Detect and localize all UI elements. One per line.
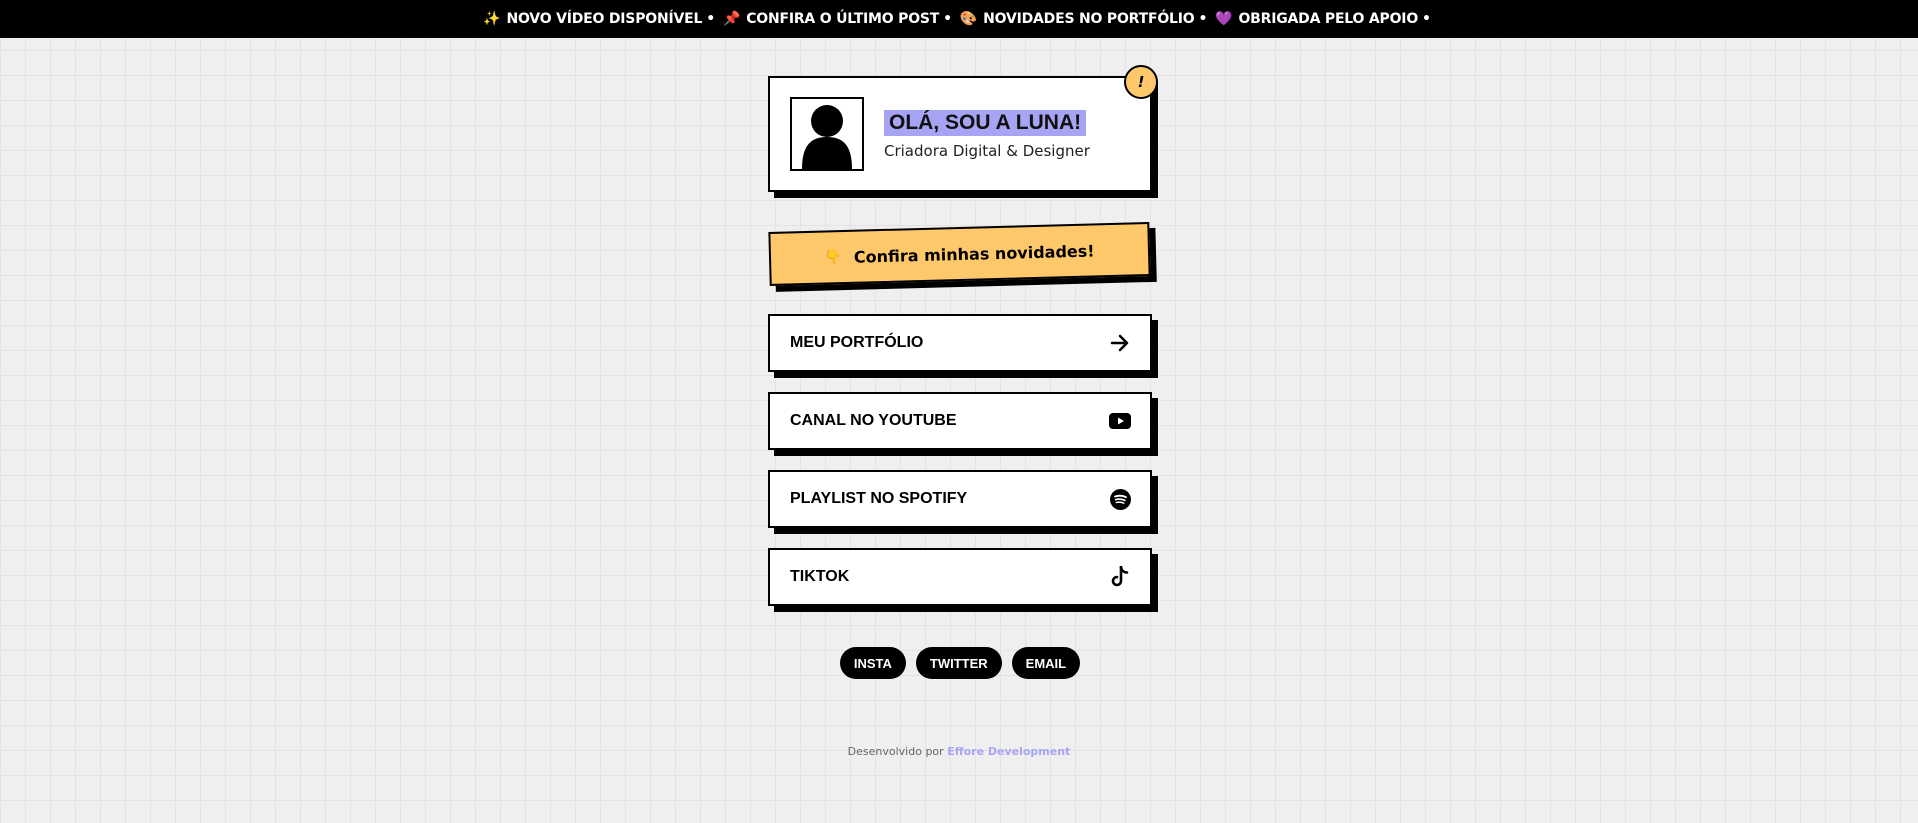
ticker-item: 🎨 NOVIDADES NO PORTFÓLIO • [960, 11, 1211, 27]
user-silhouette-icon [802, 105, 852, 169]
pin-icon: 📌 [722, 11, 741, 27]
ticker-item-text: CONFIRA O ÚLTIMO POST [746, 11, 940, 27]
portfolio-link-button[interactable]: MEU PORTFÓLIO [768, 314, 1152, 372]
ticker-separator: • [1198, 11, 1208, 27]
pointing-down-icon: 👇 [824, 249, 843, 266]
twitter-button[interactable]: TWITTER [915, 647, 1002, 679]
notification-badge: ! [1124, 65, 1158, 99]
ticker-item: 💜 OBRIGADA PELO APOIO • [1215, 11, 1435, 27]
tiktok-icon [1108, 565, 1132, 589]
ticker-item-text: NOVIDADES NO PORTFÓLIO [983, 11, 1195, 27]
youtube-link-button[interactable]: CANAL NO YOUTUBE [768, 392, 1152, 450]
palette-icon: 🎨 [959, 11, 978, 27]
link-label: PLAYLIST NO SPOTIFY [790, 490, 968, 507]
avatar [790, 97, 864, 171]
ticker-item-text: OBRIGADA PELO APOIO [1238, 11, 1419, 27]
ticker-separator: • [943, 11, 952, 27]
link-label: CANAL NO YOUTUBE [790, 412, 957, 429]
arrow-right-icon [1108, 331, 1132, 355]
footer-prefix: Desenvolvido por [847, 745, 944, 758]
ticker-item: ✨ NOVO VÍDEO DISPONÍVEL • [483, 11, 719, 27]
youtube-icon [1108, 409, 1132, 433]
spotify-link-button[interactable]: PLAYLIST NO SPOTIFY [768, 470, 1152, 528]
news-banner-text: Confira minhas novidades! [853, 240, 1095, 267]
link-label: MEU PORTFÓLIO [790, 334, 924, 351]
footer-credit: Desenvolvido por Effore Development [0, 745, 1918, 758]
ticker-item: 📌 CONFIRA O ÚLTIMO POST • [723, 11, 956, 27]
profile-subtitle: Criadora Digital & Designer [884, 142, 1090, 160]
ticker-item-text: NOVO VÍDEO DISPONÍVEL [506, 11, 703, 27]
link-label: TIKTOK [790, 568, 850, 585]
profile-name: OLÁ, SOU A LUNA! [884, 110, 1087, 136]
spotify-icon [1108, 487, 1132, 511]
insta-button[interactable]: INSTA [839, 647, 906, 679]
ticker-separator: • [1422, 11, 1431, 27]
tiktok-link-button[interactable]: TIKTOK [768, 548, 1152, 606]
developer-link[interactable]: Effore Development [947, 745, 1070, 758]
ticker-separator: • [706, 11, 715, 27]
social-links: INSTA TWITTER EMAIL [0, 647, 1918, 679]
announcement-ticker: ✨ NOVO VÍDEO DISPONÍVEL • 📌 CONFIRA O ÚL… [0, 0, 1918, 38]
email-button[interactable]: EMAIL [1011, 647, 1081, 679]
profile-card: OLÁ, SOU A LUNA! Criadora Digital & Desi… [768, 76, 1152, 192]
sparkles-icon: ✨ [483, 11, 501, 27]
news-banner[interactable]: 👇 Confira minhas novidades! [768, 222, 1151, 286]
purple-heart-icon: 💜 [1215, 11, 1233, 27]
